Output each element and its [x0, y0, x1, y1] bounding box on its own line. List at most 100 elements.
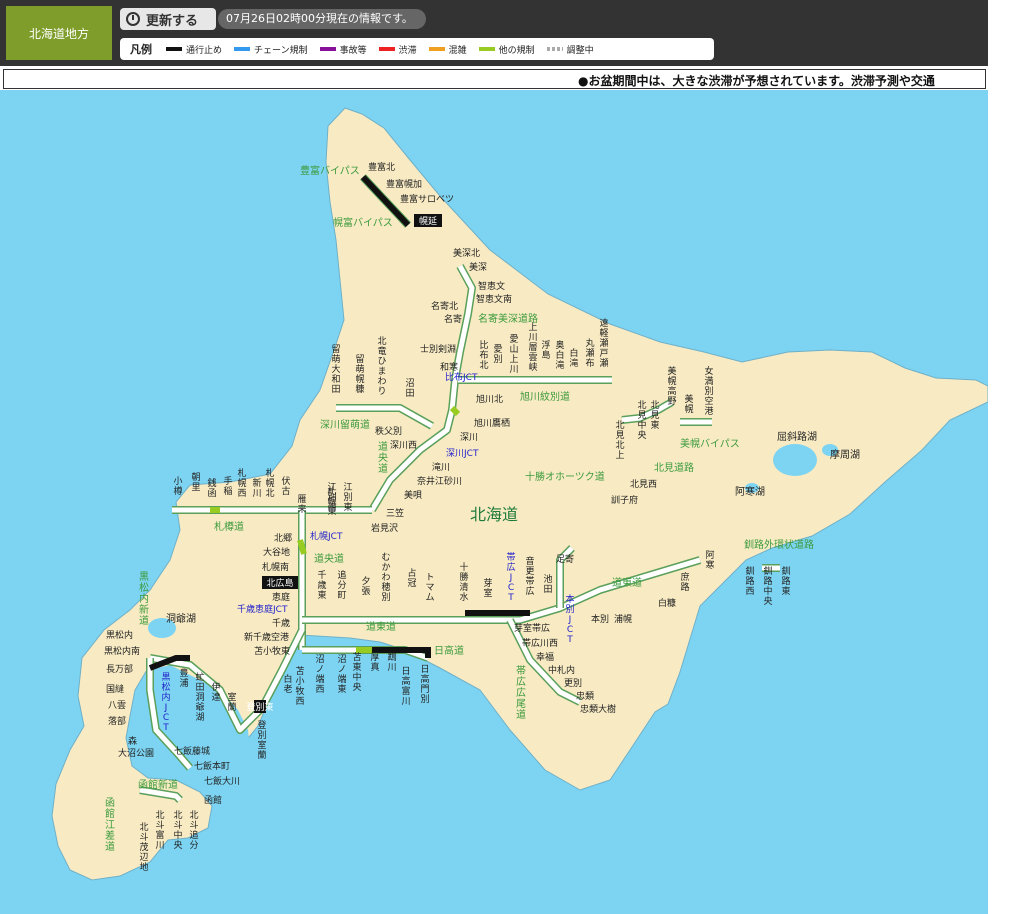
- ic-label[interactable]: 沼田: [405, 378, 414, 399]
- ic-label[interactable]: 千歳: [272, 617, 290, 629]
- jct-label[interactable]: 深川JCT: [446, 448, 479, 459]
- road-name[interactable]: 札樽道: [214, 520, 244, 533]
- ic-label[interactable]: 夕張: [361, 575, 370, 597]
- ic-label[interactable]: 留萌大和田: [331, 343, 340, 395]
- ic-label[interactable]: 白老: [283, 673, 292, 695]
- ic-label[interactable]: 比布北: [479, 339, 488, 371]
- ic-label[interactable]: 八雲: [108, 700, 126, 711]
- ic-label[interactable]: トマム: [425, 573, 434, 603]
- ic-label[interactable]: 黒松内南: [104, 645, 140, 657]
- ic-label[interactable]: 黒松内: [106, 629, 133, 641]
- ic-label[interactable]: 室蘭: [227, 691, 236, 713]
- ic-label[interactable]: 女満別空港: [704, 365, 713, 417]
- ic-label[interactable]: 虻田洞爺湖: [195, 672, 204, 723]
- ic-label[interactable]: 北斗富川: [155, 810, 164, 851]
- road-name[interactable]: 道東道: [612, 576, 642, 589]
- ic-label[interactable]: 美幌高野: [667, 365, 676, 407]
- ic-label[interactable]: 千歳東: [317, 570, 326, 601]
- ic-label[interactable]: 美深北: [453, 247, 480, 259]
- ic-label[interactable]: 釧路中央: [763, 565, 772, 607]
- ic-label[interactable]: 苫小牧西: [295, 665, 304, 707]
- ic-label[interactable]: 旭川北: [476, 393, 503, 405]
- ic-label[interactable]: 深川西: [390, 440, 417, 451]
- road-name[interactable]: 道央道: [378, 440, 388, 475]
- ic-label[interactable]: 北郷: [274, 533, 292, 544]
- ic-label[interactable]: 更別: [564, 678, 582, 689]
- ic-label[interactable]: 日高門別: [420, 664, 429, 705]
- ic-label[interactable]: 江別東: [343, 482, 352, 513]
- road-name[interactable]: 旭川紋別道: [520, 390, 570, 403]
- ic-label[interactable]: 幸福: [536, 651, 554, 663]
- road-name[interactable]: 函館江差道: [105, 797, 115, 853]
- road-name[interactable]: 十勝オホーツク道: [525, 470, 605, 483]
- ic-label[interactable]: 追分町: [337, 569, 346, 601]
- ic-label[interactable]: 足寄: [556, 553, 574, 565]
- notice-ticker[interactable]: ●お盆期間中は、大きな渋滞が予想されています。渋滞予測や交通: [3, 69, 986, 89]
- ic-label[interactable]: 江別西: [327, 482, 336, 513]
- ic-label[interactable]: 伏古: [281, 475, 290, 497]
- ic-label[interactable]: 占冠: [407, 567, 416, 589]
- ic-label[interactable]: 忠類: [576, 691, 594, 702]
- ic-label[interactable]: 奈井江砂川: [417, 475, 462, 487]
- ic-label[interactable]: 伊達: [211, 681, 220, 703]
- ic-label[interactable]: 手稲: [223, 475, 232, 497]
- ic-label[interactable]: 北見西: [630, 479, 657, 490]
- ic-label[interactable]: 豊浦: [179, 667, 188, 689]
- ic-label[interactable]: 国縫: [106, 683, 124, 695]
- ic-label[interactable]: 深川: [460, 432, 478, 443]
- other-restriction-segment[interactable]: [297, 539, 307, 555]
- ic-label[interactable]: 滝川: [432, 462, 450, 473]
- ic-label[interactable]: 豊富サロベツ: [400, 193, 454, 205]
- ic-label[interactable]: 北斗追分: [189, 810, 198, 851]
- ic-label[interactable]: 北竜ひまわり: [377, 336, 386, 397]
- ic-label[interactable]: 浦幌: [614, 613, 632, 625]
- ic-label[interactable]: 七飯大川: [204, 775, 240, 787]
- ic-label[interactable]: 芽室: [483, 577, 492, 599]
- ic-label[interactable]: 札幌北: [265, 467, 274, 499]
- ic-label[interactable]: 日高富川: [401, 666, 410, 707]
- road-name[interactable]: 帯広広尾道: [516, 664, 526, 721]
- ic-label[interactable]: 鵡川: [387, 651, 396, 673]
- ic-label[interactable]: 白糠: [658, 597, 676, 609]
- ic-label[interactable]: 留萌幌糠: [355, 353, 364, 395]
- ic-label[interactable]: 豊富北: [368, 161, 395, 173]
- road-name[interactable]: 黒松内新道: [139, 571, 149, 627]
- ic-label[interactable]: 帯広川西: [522, 637, 558, 649]
- ic-label[interactable]: 池田: [543, 573, 552, 595]
- jct-label[interactable]: 札幌JCT: [310, 530, 343, 542]
- ic-label[interactable]: 函館: [204, 794, 222, 806]
- ic-label[interactable]: 智恵文: [478, 280, 505, 292]
- closure-badge-label[interactable]: 幌延: [419, 215, 437, 227]
- ic-label[interactable]: 丸瀬布: [585, 337, 594, 369]
- road-name[interactable]: 日高道: [434, 644, 464, 657]
- road-name[interactable]: 幌富バイパス: [333, 216, 393, 229]
- ic-label[interactable]: 大沼公園: [118, 747, 154, 759]
- ic-label[interactable]: 小樽: [173, 476, 182, 497]
- ic-label[interactable]: 遠軽瀬戸瀬: [599, 317, 608, 369]
- ic-label[interactable]: むかわ穂別: [381, 552, 390, 603]
- ic-label[interactable]: 白滝: [569, 347, 578, 369]
- ic-label[interactable]: 奥白滝: [555, 339, 564, 371]
- road-name[interactable]: 深川留萌道: [320, 418, 370, 431]
- ic-label[interactable]: 七飯藤城: [174, 745, 210, 757]
- ic-label[interactable]: 落部: [108, 715, 126, 727]
- jct-label[interactable]: 千歳恵庭JCT: [237, 603, 288, 615]
- ic-label[interactable]: 訓子府: [611, 494, 638, 506]
- road-name[interactable]: 道央道: [314, 552, 344, 565]
- ic-label[interactable]: 名寄北: [431, 300, 458, 312]
- ic-label[interactable]: 雁来: [297, 494, 306, 515]
- ic-label[interactable]: 沼ノ端西: [315, 654, 324, 695]
- ic-label[interactable]: 苫東中央: [352, 651, 361, 693]
- region-tab[interactable]: 北海道地方: [6, 6, 112, 60]
- road-name[interactable]: 函館新道: [138, 778, 178, 791]
- ic-label[interactable]: 七飯本町: [194, 760, 230, 772]
- ic-label[interactable]: 美唄: [404, 489, 422, 501]
- road-name[interactable]: 釧路外環状道路: [744, 538, 814, 551]
- ic-label[interactable]: 旭川鷹栖: [474, 417, 510, 429]
- ic-label[interactable]: 三笠: [386, 507, 404, 519]
- ic-label[interactable]: 北見中央: [637, 400, 646, 441]
- ic-label[interactable]: 忠類大樹: [580, 703, 616, 715]
- ic-label[interactable]: 豊富幌加: [386, 178, 422, 190]
- ic-label[interactable]: 新川: [252, 477, 261, 499]
- ic-label[interactable]: 阿寒: [705, 550, 714, 571]
